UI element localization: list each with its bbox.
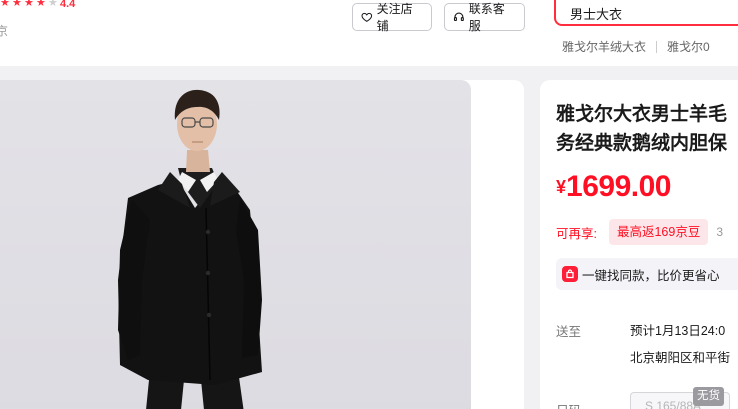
star-icon: ★ xyxy=(24,0,34,9)
find-same-style-button[interactable]: 一键找同款，比价更省心 xyxy=(556,258,738,290)
heart-icon xyxy=(361,12,373,22)
store-subtext: 京 xyxy=(0,24,9,38)
jingdou-rebate-tag[interactable]: 最高返169京豆 xyxy=(608,219,709,245)
star-icon: ★ xyxy=(0,0,10,9)
follow-store-label: 关注店铺 xyxy=(376,2,413,33)
delivery-estimate: 预计1月13日24:0 xyxy=(630,324,726,338)
product-price: ¥1699.00 xyxy=(556,170,671,204)
star-icon: ★ xyxy=(48,0,58,9)
model-photo xyxy=(118,89,262,409)
rating-score: 4.4 xyxy=(60,0,76,10)
price-value: 1699.00 xyxy=(566,170,671,203)
out-of-stock-badge: 无货 xyxy=(693,387,724,406)
product-title-line: 务经典款鹅绒内胆保 xyxy=(556,133,728,154)
suggestion-link[interactable]: 雅戈尔0 xyxy=(667,38,710,55)
suggestion-link[interactable]: 雅戈尔羊绒大衣 xyxy=(562,38,646,55)
shopping-bag-icon xyxy=(562,266,578,282)
star-icon: ★ xyxy=(12,0,22,9)
star-icon: ★ xyxy=(36,0,46,9)
product-main-image[interactable] xyxy=(0,80,471,409)
contact-service-button[interactable]: 联系客服 xyxy=(444,2,525,33)
promo-row: 可再享: 最高返169京豆 3 xyxy=(556,219,723,245)
promo-more: 3 xyxy=(716,225,724,239)
size-label: 尺码 xyxy=(556,400,581,409)
search-input-value: 男士大衣 xyxy=(570,7,623,22)
currency-symbol: ¥ xyxy=(556,177,567,197)
contact-service-label: 联系客服 xyxy=(468,2,505,33)
rating-stars: ★ ★ ★ ★ ★ xyxy=(0,0,59,9)
search-input[interactable]: 男士大衣 xyxy=(554,0,738,26)
product-title: 雅戈尔大衣男士羊毛 务经典款鹅绒内胆保 xyxy=(556,100,738,158)
follow-store-button[interactable]: 关注店铺 xyxy=(352,2,432,33)
find-same-style-label: 一键找同款，比价更省心 xyxy=(582,268,720,283)
search-suggestions: 雅戈尔羊绒大衣 雅戈尔0 xyxy=(562,38,710,55)
delivery-address[interactable]: 北京朝阳区和平街 xyxy=(630,347,730,366)
divider xyxy=(656,40,658,53)
ship-to-label: 送至 xyxy=(556,325,582,339)
product-title-line: 雅戈尔大衣男士羊毛 xyxy=(556,104,728,125)
promo-label: 可再享: xyxy=(556,226,597,241)
headset-icon xyxy=(453,12,464,21)
